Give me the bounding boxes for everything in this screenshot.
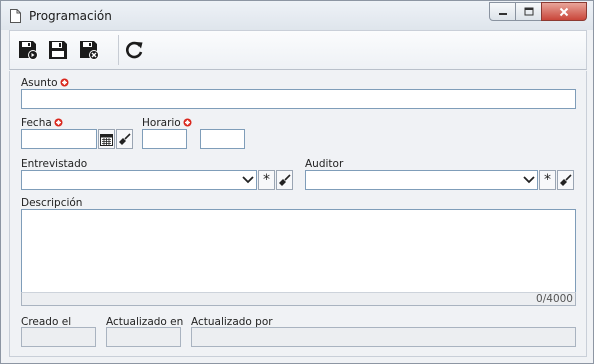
asunto-input[interactable] <box>21 89 576 109</box>
required-icon <box>54 118 63 127</box>
save-and-new-button[interactable] <box>15 37 41 63</box>
window-title: Programación <box>29 9 112 23</box>
auditor-select[interactable] <box>305 170 538 190</box>
character-counter: 0/4000 <box>21 292 576 306</box>
calendar-button[interactable] <box>98 129 115 149</box>
form-panel: Asunto Fecha Horario Entrevistado * Audi… <box>9 71 587 357</box>
descripcion-label: Descripción <box>21 197 83 209</box>
close-icon <box>559 7 569 16</box>
toolbar <box>9 30 587 70</box>
entrevistado-dropdown-button[interactable] <box>240 172 256 188</box>
save-and-close-button[interactable] <box>76 37 102 63</box>
entrevistado-erase-button[interactable] <box>276 170 293 190</box>
window-controls <box>489 2 587 21</box>
fecha-clear-button[interactable] <box>116 129 133 149</box>
auditor-clear-button[interactable]: * <box>539 170 556 190</box>
descripcion-textarea[interactable] <box>21 209 576 293</box>
toolbar-separator <box>118 35 119 65</box>
actualizado-en-field <box>106 327 181 347</box>
auditor-dropdown-button[interactable] <box>521 172 537 188</box>
auditor-label: Auditor <box>305 158 344 170</box>
refresh-icon <box>126 41 143 59</box>
document-icon <box>10 9 21 23</box>
broom-icon <box>279 173 291 186</box>
entrevistado-select[interactable] <box>21 170 257 190</box>
save-button[interactable] <box>45 37 71 63</box>
save-close-icon <box>80 41 99 60</box>
save-new-icon <box>19 41 38 60</box>
horario-label: Horario <box>142 117 192 129</box>
minimize-button[interactable] <box>489 2 516 21</box>
auditor-erase-button[interactable] <box>557 170 574 190</box>
save-icon <box>49 41 67 59</box>
close-button[interactable] <box>541 2 587 21</box>
calendar-icon <box>100 133 113 146</box>
programacion-window: Programación Asunto Fecha Horario Entrev… <box>0 0 594 364</box>
refresh-button[interactable] <box>121 37 147 63</box>
entrevistado-label: Entrevistado <box>21 158 88 170</box>
maximize-button[interactable] <box>515 2 542 21</box>
broom-icon <box>560 173 572 186</box>
entrevistado-clear-button[interactable]: * <box>258 170 275 190</box>
chevron-down-icon <box>242 176 254 184</box>
asterisk-icon: * <box>544 172 551 188</box>
actualizado-por-field <box>191 327 576 347</box>
asunto-label: Asunto <box>21 77 69 89</box>
required-icon <box>183 118 192 127</box>
required-icon <box>60 78 69 87</box>
asterisk-icon: * <box>263 172 270 188</box>
broom-icon <box>119 132 131 145</box>
chevron-down-icon <box>523 176 535 184</box>
creado-el-field <box>21 327 96 347</box>
minimize-icon <box>498 12 507 15</box>
horario-start-input[interactable] <box>142 129 187 149</box>
title-bar[interactable]: Programación <box>1 1 593 30</box>
fecha-input[interactable] <box>21 129 97 149</box>
fecha-label: Fecha <box>21 117 63 129</box>
horario-end-input[interactable] <box>200 129 245 149</box>
maximize-icon <box>524 7 533 16</box>
